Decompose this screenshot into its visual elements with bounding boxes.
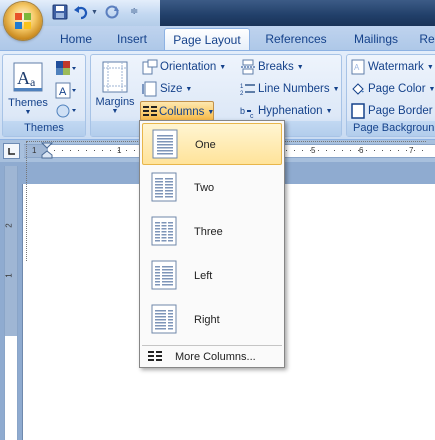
svg-text:A: A xyxy=(17,68,30,88)
orientation-label: Orientation xyxy=(160,61,217,73)
breaks-dropdown-icon: ▼ xyxy=(296,64,304,71)
breaks-icon xyxy=(241,59,255,75)
vertical-ruler[interactable]: 2 1 xyxy=(4,166,18,440)
page-color-button[interactable]: Page Color ▼ xyxy=(349,79,435,99)
columns-option-label: Left xyxy=(194,270,213,282)
page-background-group-label: Page Backgroun xyxy=(347,121,435,136)
columns-option-left[interactable]: Left xyxy=(142,255,282,297)
themes-group: A a Themes ▼ A Themes xyxy=(2,54,86,137)
page-borders-icon xyxy=(351,103,365,119)
page-color-label: Page Color xyxy=(368,83,426,95)
tab-insert[interactable]: Insert xyxy=(106,28,158,50)
page-color-dropdown-icon: ▼ xyxy=(428,86,435,93)
columns-label: Columns xyxy=(159,106,205,118)
columns-option-label: One xyxy=(195,139,216,151)
columns-option-right[interactable]: Right xyxy=(142,299,282,341)
columns-button[interactable]: Columns ▼ xyxy=(140,101,214,121)
columns-option-label: Two xyxy=(194,182,215,194)
right-column-icon xyxy=(151,304,177,334)
save-icon[interactable] xyxy=(52,4,68,20)
more-columns-label: More Columns... xyxy=(175,351,256,363)
tab-review[interactable]: Re xyxy=(416,28,435,50)
hyphenation-label: Hyphenation xyxy=(258,105,323,117)
line-numbers-button[interactable]: 1 2 Line Numbers ▼ xyxy=(239,79,340,99)
ruler-number: 1 xyxy=(4,273,14,278)
margins-dropdown-icon[interactable]: ▼ xyxy=(91,108,139,115)
two-columns-icon xyxy=(151,172,177,202)
themes-dropdown-icon[interactable]: ▼ xyxy=(5,109,51,116)
title-bar: ▼ ≑ xyxy=(0,0,435,26)
margins-button[interactable]: Margins xyxy=(91,96,139,108)
orientation-dropdown-icon: ▼ xyxy=(219,64,227,71)
svg-text:A: A xyxy=(59,86,67,98)
svg-text:A: A xyxy=(354,63,360,72)
themes-button[interactable]: Themes xyxy=(5,97,51,109)
orientation-button[interactable]: Orientation ▼ xyxy=(141,57,226,77)
columns-option-one[interactable]: One xyxy=(142,123,282,165)
menu-separator xyxy=(142,345,282,346)
line-numbers-dropdown-icon: ▼ xyxy=(332,86,340,93)
watermark-dropdown-icon: ▼ xyxy=(426,64,434,71)
tab-mailings[interactable]: Mailings xyxy=(343,28,409,50)
svg-text:c: c xyxy=(250,113,254,119)
hyphenation-button[interactable]: b c Hyphenation ▼ xyxy=(239,101,333,121)
tab-home[interactable]: Home xyxy=(48,28,104,50)
columns-menu: One Two Three Left Right More Columns... xyxy=(139,120,285,368)
page-color-icon xyxy=(352,83,364,95)
orientation-icon xyxy=(142,59,158,75)
customize-quick-access-icon[interactable]: ≑ xyxy=(130,6,138,18)
office-button[interactable] xyxy=(4,2,42,40)
watermark-icon: A xyxy=(351,59,365,75)
hyphenation-icon: b c xyxy=(240,106,254,119)
line-numbers-label: Line Numbers xyxy=(258,83,330,95)
tab-references[interactable]: References xyxy=(258,28,334,50)
svg-text:b: b xyxy=(240,106,245,116)
size-dropdown-icon: ▼ xyxy=(185,86,193,93)
ruler-number: 2 xyxy=(4,223,14,228)
line-numbers-icon: 1 2 xyxy=(240,84,255,97)
title-bar-caption-area xyxy=(160,0,435,26)
tab-stop-selector[interactable] xyxy=(3,143,20,159)
margins-icon[interactable] xyxy=(101,60,129,94)
page-background-group: A Watermark ▼ Page Color ▼ Page Border Pag… xyxy=(346,54,435,137)
columns-icon xyxy=(143,106,157,116)
redo-icon[interactable] xyxy=(104,4,120,20)
undo-icon[interactable] xyxy=(73,4,89,20)
three-columns-icon xyxy=(151,216,177,246)
theme-effects-icon[interactable] xyxy=(55,103,77,119)
watermark-label: Watermark xyxy=(368,61,424,73)
size-button[interactable]: Size ▼ xyxy=(141,79,192,99)
breaks-button[interactable]: Breaks ▼ xyxy=(239,57,304,77)
hyphenation-dropdown-icon: ▼ xyxy=(325,108,333,115)
watermark-button[interactable]: A Watermark ▼ xyxy=(349,57,434,77)
left-tab-icon xyxy=(8,148,15,155)
more-columns-item[interactable]: More Columns... xyxy=(142,347,282,367)
themes-icon[interactable]: A a xyxy=(11,60,45,94)
office-logo-icon xyxy=(15,13,31,29)
ruler-top-margin xyxy=(5,166,17,336)
svg-text:1: 1 xyxy=(240,84,244,90)
svg-text:2: 2 xyxy=(240,91,244,97)
page-borders-label: Page Border xyxy=(368,105,433,117)
one-column-icon xyxy=(152,129,178,159)
themes-group-label: Themes xyxy=(3,121,85,136)
breaks-label: Breaks xyxy=(258,61,294,73)
columns-option-label: Right xyxy=(194,314,220,326)
theme-colors-icon[interactable] xyxy=(55,60,77,78)
size-label: Size xyxy=(160,83,183,95)
columns-dropdown-icon: ▼ xyxy=(207,109,215,116)
more-columns-icon xyxy=(148,351,162,361)
columns-option-three[interactable]: Three xyxy=(142,211,282,253)
left-column-icon xyxy=(151,260,177,290)
theme-fonts-icon[interactable]: A xyxy=(55,82,77,100)
ribbon-tab-bar: Home Insert Page Layout References Maili… xyxy=(0,26,435,50)
columns-option-two[interactable]: Two xyxy=(142,167,282,209)
page-borders-button[interactable]: Page Border xyxy=(349,101,433,121)
size-icon xyxy=(142,81,157,97)
tab-page-layout[interactable]: Page Layout xyxy=(164,28,250,50)
columns-option-label: Three xyxy=(194,226,223,238)
svg-text:a: a xyxy=(30,75,36,89)
